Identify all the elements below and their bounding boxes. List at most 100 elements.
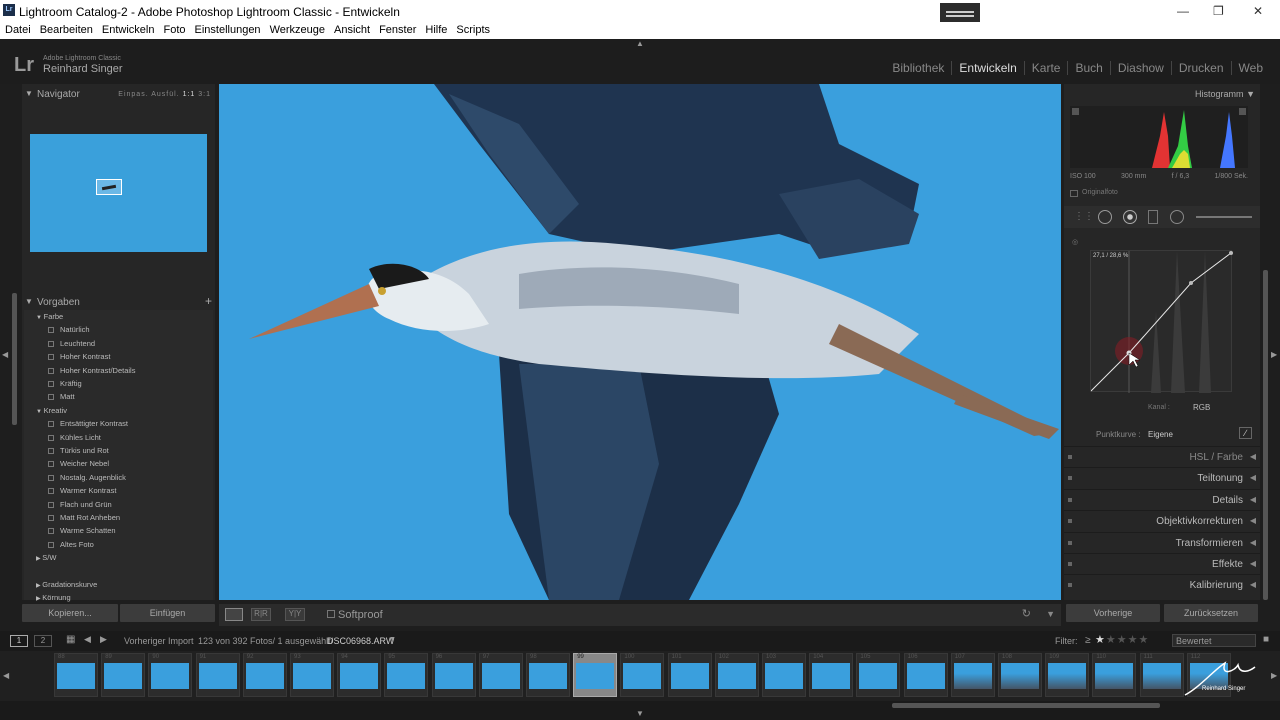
- filmstrip-scrollbar[interactable]: [892, 703, 1160, 708]
- filmstrip-thumbnail[interactable]: 91: [195, 653, 240, 697]
- yy-icon[interactable]: Y|Y: [285, 608, 305, 621]
- menu-entwickeln[interactable]: Entwickeln: [97, 22, 159, 36]
- filmstrip-thumbnail[interactable]: 100: [620, 653, 665, 697]
- filmstrip-thumbnail[interactable]: 99: [573, 653, 618, 697]
- preset-item[interactable]: Weicher Nebel: [48, 459, 109, 471]
- filmstrip-thumbnail[interactable]: 106: [903, 653, 948, 697]
- filename-dropdown-icon[interactable]: ▼: [389, 636, 396, 643]
- filmstrip-thumbnail[interactable]: 105: [856, 653, 901, 697]
- preset-group-collapsed[interactable]: ▶ S/W: [36, 553, 56, 565]
- preset-item[interactable]: Türkis und Rot: [48, 446, 109, 458]
- section-hsl-farbe[interactable]: HSL / Farbe ◀: [1064, 446, 1260, 467]
- navigator-viewport-marker[interactable]: [96, 179, 122, 195]
- current-filename[interactable]: DSC06968.ARW: [327, 636, 394, 646]
- filmstrip-thumbnail[interactable]: 107: [950, 653, 995, 697]
- section-effekte[interactable]: Effekte ◀: [1064, 553, 1260, 574]
- filmstrip-left-icon[interactable]: ◀: [3, 671, 9, 680]
- crop-tool-icon[interactable]: ⋮⋮: [1074, 211, 1094, 222]
- filmstrip-thumbnail[interactable]: 90: [148, 653, 193, 697]
- zoom-option[interactable]: 3:1: [198, 91, 211, 98]
- preset-item[interactable]: Kräftig: [48, 379, 82, 391]
- collapse-bottom-icon[interactable]: ▼: [636, 709, 644, 718]
- preset-item[interactable]: Warmer Kontrast: [48, 486, 116, 498]
- filmstrip-thumbnail[interactable]: 98: [526, 653, 570, 697]
- menu-ansicht[interactable]: Ansicht: [329, 22, 374, 36]
- filmstrip-thumbnail[interactable]: 88: [54, 653, 98, 697]
- preset-item[interactable]: Matt: [48, 392, 75, 404]
- section-teiltonung[interactable]: Teiltonung ◀: [1064, 467, 1260, 488]
- minimize-icon[interactable]: —: [1177, 4, 1189, 18]
- grid-view-icon[interactable]: ▦: [66, 634, 75, 645]
- spot-removal-icon[interactable]: [1098, 210, 1112, 224]
- preset-item[interactable]: Kühles Licht: [48, 433, 101, 445]
- right-scrollbar[interactable]: [1263, 270, 1268, 600]
- collapse-right-icon[interactable]: ▶: [1271, 350, 1277, 359]
- preset-item[interactable]: Flach und Grün: [48, 500, 112, 512]
- navigator-preview[interactable]: [30, 134, 207, 252]
- preset-item[interactable]: Nostalg. Augenblick: [48, 473, 126, 485]
- menu-einstellungen[interactable]: Einstellungen: [190, 22, 265, 36]
- histogram[interactable]: [1070, 106, 1248, 168]
- presets-header[interactable]: ▼ Vorgaben +: [22, 294, 215, 310]
- filmstrip-thumbnail[interactable]: 109: [1045, 653, 1090, 697]
- radial-filter-icon[interactable]: [1170, 210, 1184, 224]
- red-eye-icon[interactable]: [1123, 210, 1137, 224]
- paste-button[interactable]: Einfügen: [120, 604, 215, 622]
- filmstrip-thumbnail[interactable]: 110: [1092, 653, 1137, 697]
- preset-item[interactable]: Leuchtend: [48, 339, 95, 351]
- copy-button[interactable]: Kopieren...: [22, 604, 118, 622]
- toolbar-menu-icon[interactable]: ▼: [1046, 609, 1055, 619]
- brush-tool-icon[interactable]: [1196, 216, 1252, 218]
- filter-select[interactable]: Bewertet: [1172, 634, 1256, 647]
- module-bibliothek[interactable]: Bibliothek: [885, 61, 951, 75]
- filmstrip-right-icon[interactable]: ▶: [1271, 671, 1277, 680]
- filmstrip-thumbnail[interactable]: 103: [762, 653, 806, 697]
- section-transformieren[interactable]: Transformieren ◀: [1064, 531, 1260, 553]
- point-curve-select[interactable]: Eigene: [1148, 430, 1173, 439]
- menu-werkzeuge[interactable]: Werkzeuge: [265, 22, 329, 36]
- module-entwickeln[interactable]: Entwickeln: [951, 61, 1023, 75]
- forward-arrow-icon[interactable]: ▶: [100, 634, 107, 645]
- rating-stars[interactable]: ★★★★★: [1095, 633, 1149, 646]
- filmstrip-thumbnail[interactable]: 92: [242, 653, 287, 697]
- tone-curve[interactable]: 27,1 / 28,6 %: [1090, 250, 1233, 393]
- preset-item[interactable]: Entsättigter Kontrast: [48, 419, 128, 431]
- preset-item[interactable]: Warme Schatten: [48, 526, 116, 538]
- menu-bearbeiten[interactable]: Bearbeiten: [35, 22, 97, 36]
- preset-group-farbe[interactable]: ▼ Farbe: [36, 312, 63, 324]
- filmstrip-thumbnail[interactable]: 101: [667, 653, 712, 697]
- filter-operator[interactable]: ≥: [1085, 635, 1091, 646]
- filmstrip-thumbnail[interactable]: 96: [431, 653, 476, 697]
- zoom-option[interactable]: Ausfül.: [151, 91, 182, 98]
- menu-scripts[interactable]: Scripts: [451, 22, 494, 36]
- previous-button[interactable]: Vorherige: [1066, 604, 1160, 622]
- filmstrip-thumbnail[interactable]: 93: [290, 653, 334, 697]
- menu-datei[interactable]: Datei: [0, 22, 35, 36]
- module-web[interactable]: Web: [1230, 61, 1270, 75]
- preset-item[interactable]: Hoher Kontrast: [48, 352, 110, 364]
- before-after-icon[interactable]: R|R: [251, 608, 271, 621]
- back-arrow-icon[interactable]: ◀: [84, 634, 91, 645]
- loupe-view-icon[interactable]: [225, 608, 243, 621]
- maximize-icon[interactable]: ❐: [1213, 4, 1224, 18]
- menu-fenster[interactable]: Fenster: [374, 22, 420, 36]
- preset-group-collapsed[interactable]: ▶ Gradationskurve: [36, 580, 97, 592]
- filmstrip-thumbnail[interactable]: 89: [101, 653, 146, 697]
- filmstrip-thumbnail[interactable]: 102: [714, 653, 759, 697]
- module-diashow[interactable]: Diashow: [1109, 61, 1171, 75]
- preset-item[interactable]: Matt Rot Anheben: [48, 513, 120, 525]
- source-label[interactable]: Vorheriger Import: [124, 636, 194, 646]
- filmstrip-thumbnail[interactable]: 97: [478, 653, 523, 697]
- filmstrip-thumbnail[interactable]: 111: [1139, 653, 1184, 697]
- preset-item[interactable]: Hoher Kontrast/Details: [48, 366, 135, 378]
- close-icon[interactable]: ✕: [1253, 4, 1263, 18]
- preset-group-kreativ[interactable]: ▼ Kreativ: [36, 406, 67, 418]
- module-karte[interactable]: Karte: [1023, 61, 1068, 75]
- menu-hilfe[interactable]: Hilfe: [420, 22, 451, 36]
- filmstrip-thumbnail[interactable]: 108: [998, 653, 1042, 697]
- main-photo[interactable]: [219, 84, 1061, 600]
- display2-button[interactable]: 2: [34, 635, 52, 647]
- section-kalibrierung[interactable]: Kalibrierung ◀: [1064, 574, 1260, 595]
- filmstrip-thumbnail[interactable]: 95: [384, 653, 429, 697]
- collapse-top-icon[interactable]: ▲: [636, 39, 644, 48]
